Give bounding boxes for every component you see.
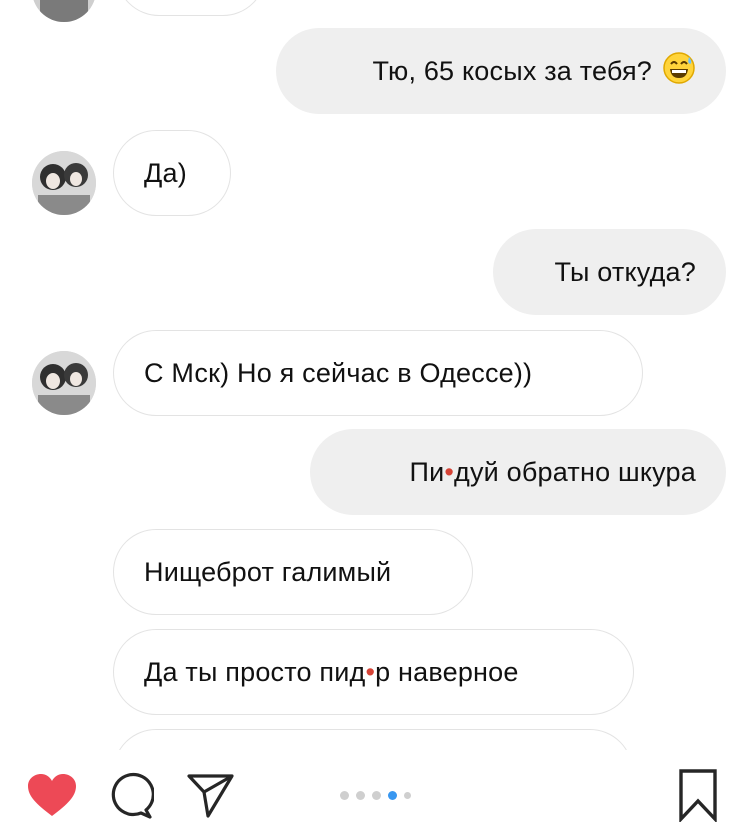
heart-icon[interactable] [26,772,78,823]
censor-dot-icon: • [444,456,455,487]
message-bubble-incoming: С Мск) Но я сейчас в Одессе)) [113,330,643,416]
carousel-dot [404,792,411,799]
bookmark-icon[interactable] [678,768,718,827]
comment-icon[interactable] [106,772,155,825]
avatar [32,0,96,22]
grinning-sweat-emoji-icon [662,51,696,92]
carousel-dot [372,791,381,800]
message-bubble-outgoing: Ты откуда? [493,229,726,315]
message-bubble-incoming: Да) [113,130,231,216]
message-text: Тю, 65 косых за тебя? [372,55,652,86]
carousel-dot [340,791,349,800]
message-text: Нищеброт галимый [144,556,392,587]
carousel-dot [356,791,365,800]
message-text: Да ты просто пид•р наверное [144,656,519,687]
avatar[interactable] [32,151,96,215]
message-text: Да) [144,157,187,188]
message-text: С Мск) Но я сейчас в Одессе)) [144,357,533,388]
message-bubble-partial [116,0,266,16]
message-bubble-incoming: Да ты просто пид•р наверное [113,629,634,715]
censor-dot-icon: • [365,656,376,687]
carousel-dot-active [388,791,397,800]
share-icon[interactable] [186,772,236,823]
carousel-indicator [340,791,411,800]
message-text: Пи•дуй обратно шкура [409,456,696,487]
avatar[interactable] [32,351,96,415]
message-bubble-incoming: Нищеброт галимый [113,529,473,615]
message-bubble-outgoing: Пи•дуй обратно шкура [310,429,726,515]
message-text: Ты откуда? [554,256,696,287]
message-bubble-outgoing: Тю, 65 косых за тебя? [276,28,726,114]
